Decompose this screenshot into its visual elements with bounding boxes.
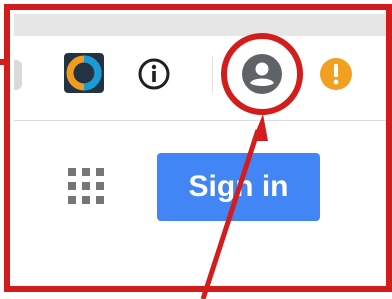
sign-in-button[interactable]: Sign in (157, 153, 320, 221)
extension-ring-icon[interactable] (64, 53, 104, 93)
toolbar-separator (212, 56, 213, 92)
info-icon[interactable] (136, 56, 172, 92)
profile-avatar-icon[interactable] (240, 52, 284, 96)
alert-icon[interactable] (318, 56, 354, 92)
apps-grid-icon[interactable] (67, 167, 107, 207)
browser-window: Sign in (0, 0, 392, 299)
title-bar (14, 14, 392, 36)
extension-icon-partial[interactable] (14, 60, 22, 90)
